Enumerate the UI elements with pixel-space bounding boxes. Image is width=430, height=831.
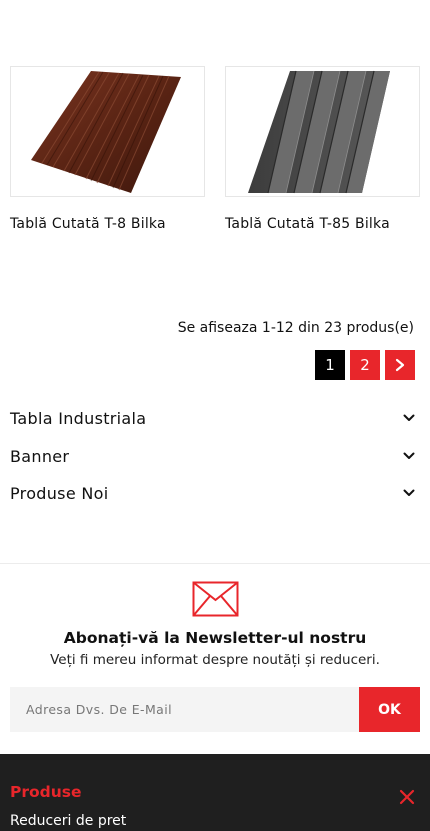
footer: Produse Reduceri de pret bbox=[0, 754, 430, 831]
section-divider bbox=[0, 563, 430, 564]
envelope-icon bbox=[192, 581, 239, 617]
chevron-down-icon bbox=[403, 489, 415, 496]
close-icon[interactable] bbox=[399, 789, 415, 805]
product-title[interactable]: Tablă Cutată T-85 Bilka bbox=[225, 216, 420, 232]
chevron-down-icon bbox=[403, 414, 415, 421]
result-count: Se afiseaza 1-12 din 23 produs(e) bbox=[177, 320, 414, 336]
product-image[interactable] bbox=[225, 66, 420, 197]
chevron-right-icon bbox=[395, 358, 405, 372]
subscribe-button[interactable]: OK bbox=[359, 687, 420, 732]
newsletter-title: Abonați-vă la Newsletter-ul nostru bbox=[63, 629, 367, 647]
product-grid: Tablă Cutată T-8 Bilka Tablă Cutată T-85… bbox=[10, 66, 420, 246]
product-title[interactable]: Tablă Cutată T-8 Bilka bbox=[10, 216, 205, 232]
accordion-label: Tabla Industriala bbox=[10, 408, 147, 428]
pagination: 1 2 bbox=[315, 350, 415, 380]
newsletter-form: OK bbox=[10, 687, 420, 732]
product-card[interactable]: Tablă Cutată T-85 Bilka bbox=[225, 66, 420, 232]
chevron-down-icon bbox=[403, 452, 415, 459]
newsletter-subtitle: Veți fi mereu informat despre noutăți și… bbox=[50, 652, 380, 668]
accordion-label: Produse Noi bbox=[10, 483, 109, 503]
next-page-button[interactable] bbox=[385, 350, 415, 380]
footer-link-reduceri[interactable]: Reduceri de pret bbox=[10, 813, 126, 829]
email-field[interactable] bbox=[10, 687, 359, 732]
accordion-label: Banner bbox=[10, 446, 70, 466]
accordion-tabla-industriala[interactable]: Tabla Industriala bbox=[10, 406, 415, 430]
page-link-2[interactable]: 2 bbox=[350, 350, 380, 380]
footer-section-title[interactable]: Produse bbox=[10, 783, 82, 801]
page-current: 1 bbox=[315, 350, 345, 380]
product-card[interactable]: Tablă Cutată T-8 Bilka bbox=[10, 66, 205, 232]
grey-trapezoidal-sheet-image bbox=[248, 70, 390, 194]
brown-corrugated-sheet-image bbox=[31, 71, 181, 193]
accordion-banner[interactable]: Banner bbox=[10, 444, 415, 468]
accordion-produse-noi[interactable]: Produse Noi bbox=[10, 481, 415, 505]
product-image[interactable] bbox=[10, 66, 205, 197]
